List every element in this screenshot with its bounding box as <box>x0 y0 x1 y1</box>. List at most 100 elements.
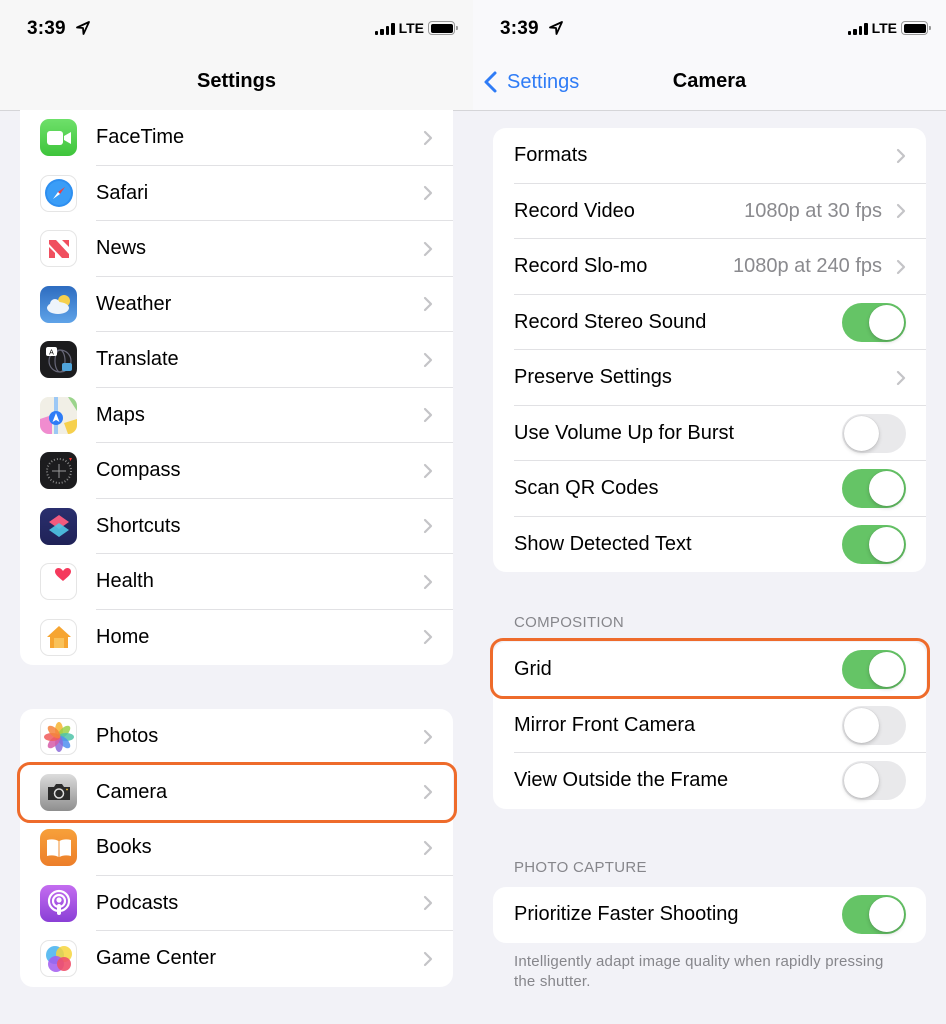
section-header-composition: COMPOSITION <box>514 614 624 631</box>
settings-item-photos[interactable]: Photos <box>20 709 453 765</box>
setting-prioritize-faster-shooting: Prioritize Faster Shooting <box>493 887 926 943</box>
chevron-right-icon <box>423 297 433 312</box>
settings-item-health[interactable]: Health <box>20 554 453 610</box>
setting-formats[interactable]: Formats <box>493 128 926 184</box>
compass-icon <box>40 452 77 490</box>
item-label: Shortcuts <box>96 514 181 537</box>
show-detected-text-toggle[interactable] <box>842 524 906 564</box>
setting-volume-up-burst: Use Volume Up for Burst <box>493 406 926 461</box>
item-label: Use Volume Up for Burst <box>514 421 735 444</box>
chevron-right-icon <box>423 896 433 911</box>
setting-mirror-front-camera: Mirror Front Camera <box>493 698 926 753</box>
navigation-bar: 3:39 LTE Settings <box>0 0 473 111</box>
chevron-right-icon <box>423 785 433 800</box>
settings-screen: 3:39 LTE Settings FaceTime Safari News W… <box>0 0 473 1024</box>
mirror-front-camera-toggle[interactable] <box>842 705 906 745</box>
maps-icon <box>40 396 77 434</box>
settings-item-game-center[interactable]: Game Center <box>20 931 453 987</box>
record-video-value: 1080p at 30 fps <box>744 199 882 222</box>
camera-settings-screen: 3:39 LTE Settings Camera Formats Record … <box>473 0 946 1024</box>
chevron-right-icon <box>896 259 906 274</box>
status-bar: 3:39 LTE <box>473 16 946 42</box>
settings-item-shortcuts[interactable]: Shortcuts <box>20 499 453 554</box>
chevron-right-icon <box>423 130 433 145</box>
item-label: News <box>96 237 147 260</box>
chevron-right-icon <box>423 840 433 855</box>
item-label: Health <box>96 570 154 593</box>
item-label: Record Stereo Sound <box>514 310 707 333</box>
item-label: Show Detected Text <box>514 532 692 555</box>
podcasts-icon <box>40 884 77 922</box>
chevron-right-icon <box>423 951 433 966</box>
chevron-right-icon <box>423 186 433 201</box>
location-arrow-icon <box>76 21 90 35</box>
grid-toggle[interactable] <box>842 650 906 690</box>
composition-group: Grid Mirror Front Camera View Outside th… <box>493 642 926 809</box>
cellular-signal-icon <box>847 22 868 35</box>
settings-item-camera[interactable]: Camera <box>20 765 453 821</box>
battery-icon <box>428 21 458 35</box>
setting-record-slo-mo[interactable]: Record Slo-mo 1080p at 240 fps <box>493 239 926 295</box>
setting-view-outside-frame: View Outside the Frame <box>493 753 926 809</box>
item-label: Weather <box>96 292 172 315</box>
item-label: Game Center <box>96 947 217 970</box>
item-label: Safari <box>96 181 149 204</box>
shortcuts-icon <box>40 507 77 545</box>
chevron-right-icon <box>896 370 906 385</box>
item-label: Record Video <box>514 199 635 222</box>
network-type: LTE <box>398 20 424 36</box>
settings-item-podcasts[interactable]: Podcasts <box>20 876 453 931</box>
settings-item-news[interactable]: News <box>20 221 453 277</box>
settings-item-compass[interactable]: Compass <box>20 443 453 499</box>
item-label: Podcasts <box>96 891 179 914</box>
setting-scan-qr-codes: Scan QR Codes <box>493 461 926 517</box>
setting-preserve-settings[interactable]: Preserve Settings <box>493 350 926 406</box>
status-time: 3:39 <box>500 18 539 39</box>
settings-item-weather[interactable]: Weather <box>20 277 453 332</box>
record-stereo-sound-toggle[interactable] <box>842 302 906 342</box>
home-icon <box>40 618 77 656</box>
item-label: Record Slo-mo <box>514 255 648 278</box>
safari-icon <box>40 174 77 212</box>
books-icon <box>40 829 77 867</box>
chevron-right-icon <box>423 463 433 478</box>
setting-show-detected-text: Show Detected Text <box>493 517 926 573</box>
settings-item-books[interactable]: Books <box>20 820 453 876</box>
volume-up-burst-toggle[interactable] <box>842 413 906 453</box>
chevron-right-icon <box>423 352 433 367</box>
setting-record-stereo-sound: Record Stereo Sound <box>493 295 926 350</box>
camera-icon <box>40 773 77 811</box>
settings-group-apps-2: Photos Camera Books Podcasts Game Center <box>20 709 453 987</box>
photo-capture-group: Prioritize Faster Shooting <box>493 887 926 943</box>
chevron-right-icon <box>423 519 433 534</box>
health-icon <box>40 563 77 601</box>
section-header-photo-capture: PHOTO CAPTURE <box>514 859 647 876</box>
settings-item-safari[interactable]: Safari <box>20 166 453 221</box>
view-outside-frame-toggle[interactable] <box>842 761 906 801</box>
chevron-right-icon <box>896 148 906 163</box>
settings-item-home[interactable]: Home <box>20 610 453 666</box>
translate-icon: A <box>40 341 77 379</box>
chevron-right-icon <box>423 574 433 589</box>
settings-item-translate[interactable]: A Translate <box>20 332 453 388</box>
settings-item-facetime[interactable]: FaceTime <box>20 110 453 166</box>
setting-record-video[interactable]: Record Video 1080p at 30 fps <box>493 184 926 239</box>
network-type: LTE <box>871 20 897 36</box>
facetime-icon <box>40 119 77 157</box>
game-center-icon <box>40 940 77 978</box>
item-label: Translate <box>96 348 179 371</box>
page-title: Settings <box>197 70 276 92</box>
chevron-right-icon <box>423 729 433 744</box>
chevron-right-icon <box>423 241 433 256</box>
chevron-right-icon <box>896 204 906 219</box>
record-slo-mo-value: 1080p at 240 fps <box>732 255 882 278</box>
item-label: Photos <box>96 725 159 748</box>
prioritize-faster-shooting-toggle[interactable] <box>842 895 906 935</box>
scan-qr-codes-toggle[interactable] <box>842 469 906 509</box>
item-label: Scan QR Codes <box>514 477 659 500</box>
settings-item-maps[interactable]: Maps <box>20 388 453 443</box>
cellular-signal-icon <box>374 22 395 35</box>
status-bar: 3:39 LTE <box>0 16 473 42</box>
settings-group-apps-1: FaceTime Safari News Weather A Translate… <box>20 110 453 665</box>
item-label: Mirror Front Camera <box>514 713 696 736</box>
